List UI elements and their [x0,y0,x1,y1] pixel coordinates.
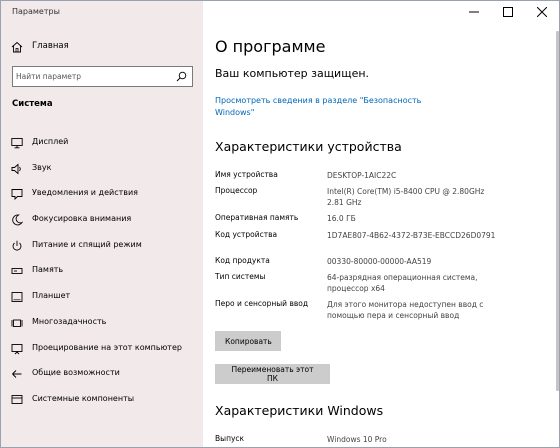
power-icon [12,240,22,251]
device-specs-heading: Характеристики устройства [215,139,402,154]
multitasking-icon [11,319,23,327]
storage-icon [11,268,23,275]
spec-label: Код устройства [215,230,278,239]
sidebar-item-power[interactable]: Питание и спящий режим [1,234,203,260]
sidebar-item-sound[interactable]: Звук [1,157,203,183]
spec-value: DESKTOP-1AIC22C [327,171,397,180]
search-box[interactable] [12,66,193,87]
sidebar-item-label: Звук [32,162,52,172]
windows-specs-heading: Характеристики Windows [215,403,384,418]
protection-status: Ваш компьютер защищен. [215,67,370,80]
sidebar-item-label: Память [32,265,64,275]
home-icon [11,41,23,53]
speaker-icon [11,163,21,175]
spec-value: Для этого монитора недоступен ввод с пом… [327,300,484,320]
sidebar-item-label: Фокусировка внимания [32,214,132,224]
notifications-icon [11,189,23,201]
main-content: О программе Ваш компьютер защищен. Просм… [203,1,559,447]
moon-icon [12,214,23,226]
search-input[interactable] [16,69,166,84]
sidebar-item-display[interactable]: Дисплей [1,131,203,157]
components-icon [11,394,23,404]
sidebar-home-label: Главная [32,41,69,51]
sidebar-item-tablet[interactable]: Планшет [1,285,203,311]
sidebar-item-focus[interactable]: Фокусировка внимания [1,208,203,234]
spec-value: 16.0 ГБ [327,214,356,223]
projection-icon [11,343,23,354]
sidebar-section-title: Система [12,99,53,109]
sidebar-item-label: Системные компоненты [32,393,135,403]
copy-button[interactable]: Копировать [215,331,281,351]
settings-window: Параметры Главная Система [0,0,560,448]
spec-label: Код продукта [215,256,270,265]
sidebar-item-notifications[interactable]: Уведомления и действия [1,182,203,208]
rename-pc-button[interactable]: Переименовать этот ПК [215,364,330,384]
spec-label: Оперативная память [215,213,299,222]
sidebar-item-label: Проецирование на этот компьютер [32,342,182,352]
spec-value: 64-разрядная операционная система, проце… [327,273,478,293]
spec-label: Перо и сенсорный ввод [215,299,309,308]
spec-value: 00330-80000-00000-AA519 [327,257,432,266]
shared-experiences-icon [12,370,22,379]
spec-label: Имя устройства [215,170,278,179]
sidebar-item-components[interactable]: Системные компоненты [1,388,203,414]
sidebar-item-label: Многозадачность [32,316,107,326]
spec-value: Windows 10 Pro [327,435,387,444]
scrollbar[interactable] [556,31,559,391]
sidebar-nav: Дисплей Звук Уведомления и действия Фоку… [1,131,203,414]
sidebar-item-label: Уведомления и действия [32,188,138,198]
spec-label: Тип системы [215,272,266,281]
monitor-icon [11,138,23,149]
spec-label: Выпуск [215,434,245,443]
spec-value: Intel(R) Core(TM) i5-8400 CPU @ 2.80GHz … [327,187,485,207]
spec-value: 1D7AE807-4B62-4372-B73E-EBCCD26D0791 [327,231,496,240]
spec-label: Процессор [215,186,258,195]
sidebar-item-projection[interactable]: Проецирование на этот компьютер [1,337,203,363]
sidebar-item-shared-experiences[interactable]: Общие возможности [1,362,203,388]
page-title: О программе [215,37,326,56]
search-icon[interactable] [176,71,187,82]
sidebar-item-label: Дисплей [32,137,69,146]
sidebar-item-label: Планшет [32,291,71,301]
security-details-link[interactable]: Просмотреть сведения в разделе "Безопасн… [215,95,445,119]
sidebar: Параметры Главная Система [1,1,203,447]
sidebar-item-storage[interactable]: Память [1,259,203,285]
app-title: Параметры [12,7,60,16]
sidebar-item-label: Питание и спящий режим [32,239,142,249]
tablet-icon [11,292,23,303]
sidebar-item-label: Общие возможности [32,368,120,378]
sidebar-item-home[interactable]: Главная [1,37,203,57]
sidebar-item-multitasking[interactable]: Многозадачность [1,311,203,337]
